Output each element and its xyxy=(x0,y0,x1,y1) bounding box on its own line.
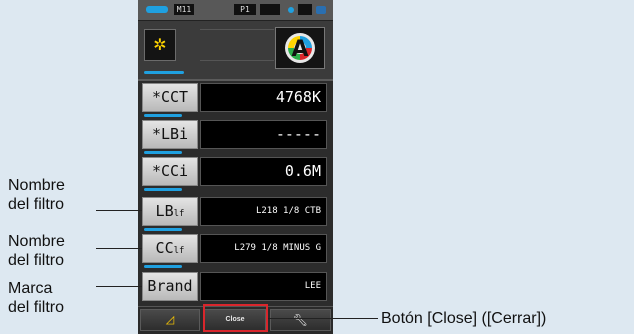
status-bar: M11 P1 xyxy=(138,0,333,21)
callout-line-2: del filtro xyxy=(8,299,65,316)
measurement-mode-panel: ✲ A xyxy=(138,21,333,81)
callout-line-2: del filtro xyxy=(8,252,65,269)
callout-leader-line xyxy=(268,318,378,320)
callout-filter-name-1: Nombre del filtro xyxy=(8,176,65,214)
row-cc-filter: CClf L279 1/8 MINUS G xyxy=(142,234,329,268)
callout-leader-line xyxy=(96,210,142,212)
lbi-value: ----- xyxy=(200,120,327,149)
triangle-button[interactable]: ◿ xyxy=(140,309,200,331)
cc-filter-name: L279 1/8 MINUS G xyxy=(200,234,327,263)
lb-filter-name: L218 1/8 CTB xyxy=(200,197,327,226)
callout-filter-brand: Marca del filtro xyxy=(8,279,64,317)
callout-line-1: Nombre xyxy=(8,177,65,194)
callout-close-button: Botón [Close] ([Cerrar]) xyxy=(381,310,547,327)
cc-filter-label-main: CC xyxy=(155,239,174,257)
cc-filter-label-button[interactable]: CClf xyxy=(142,234,198,263)
cc-filter-label-sub: lf xyxy=(173,246,185,256)
callout-leader-line xyxy=(96,248,142,250)
callout-line-1: Nombre xyxy=(8,233,65,250)
cct-label-button[interactable]: *CCT xyxy=(142,83,198,112)
wrench-icon: 🔧︎ xyxy=(292,313,309,327)
row-indicator xyxy=(144,265,182,268)
callout-leader-line xyxy=(96,286,142,288)
cci-value: 0.6M xyxy=(200,157,327,186)
status-indicator-icon xyxy=(298,4,312,15)
auto-mode-button[interactable]: A xyxy=(275,27,325,69)
row-lb-filter: LBlf L218 1/8 CTB xyxy=(142,197,329,231)
program-indicator: P1 xyxy=(234,4,256,15)
callout-line-2: del filtro xyxy=(8,196,65,213)
row-cci: *CCi 0.6M xyxy=(142,157,329,191)
brand-label-button[interactable]: Brand xyxy=(142,272,198,301)
sun-icon: ✲ xyxy=(153,35,167,54)
close-button-highlight xyxy=(203,304,268,332)
row-indicator xyxy=(144,151,182,154)
lb-filter-label-main: LB xyxy=(155,202,174,220)
brand-value: LEE xyxy=(200,272,327,301)
status-indicator-icon xyxy=(260,4,280,15)
row-indicator xyxy=(144,228,182,231)
settings-button[interactable]: 🔧︎ xyxy=(270,309,331,331)
lb-filter-label-button[interactable]: LBlf xyxy=(142,197,198,226)
signal-dot-icon xyxy=(288,7,294,13)
auto-mode-A-icon: A xyxy=(285,33,315,63)
row-indicator xyxy=(144,114,182,117)
row-lbi: *LBi ----- xyxy=(142,120,329,154)
triangle-icon: ◿ xyxy=(165,314,175,326)
callout-line-1: Marca xyxy=(8,280,53,297)
mode-slot xyxy=(200,29,274,61)
lb-filter-label-sub: lf xyxy=(173,209,185,219)
meter-screen: M11 P1 ✲ A *CCT 4768K *LBi ----- *CCi 0.… xyxy=(138,0,333,334)
lbi-label-button[interactable]: *LBi xyxy=(142,120,198,149)
callout-filter-name-2: Nombre del filtro xyxy=(8,232,65,270)
row-indicator xyxy=(144,188,182,191)
light-source-button[interactable]: ✲ xyxy=(144,29,176,61)
memory-indicator: M11 xyxy=(174,4,194,15)
row-brand: Brand LEE xyxy=(142,272,329,301)
cci-label-button[interactable]: *CCi xyxy=(142,157,198,186)
svg-text:A: A xyxy=(291,37,308,62)
cct-value: 4768K xyxy=(200,83,327,112)
selection-indicator xyxy=(144,71,184,74)
wireless-icon xyxy=(316,6,326,14)
battery-icon xyxy=(146,6,168,13)
row-cct: *CCT 4768K xyxy=(142,83,329,117)
